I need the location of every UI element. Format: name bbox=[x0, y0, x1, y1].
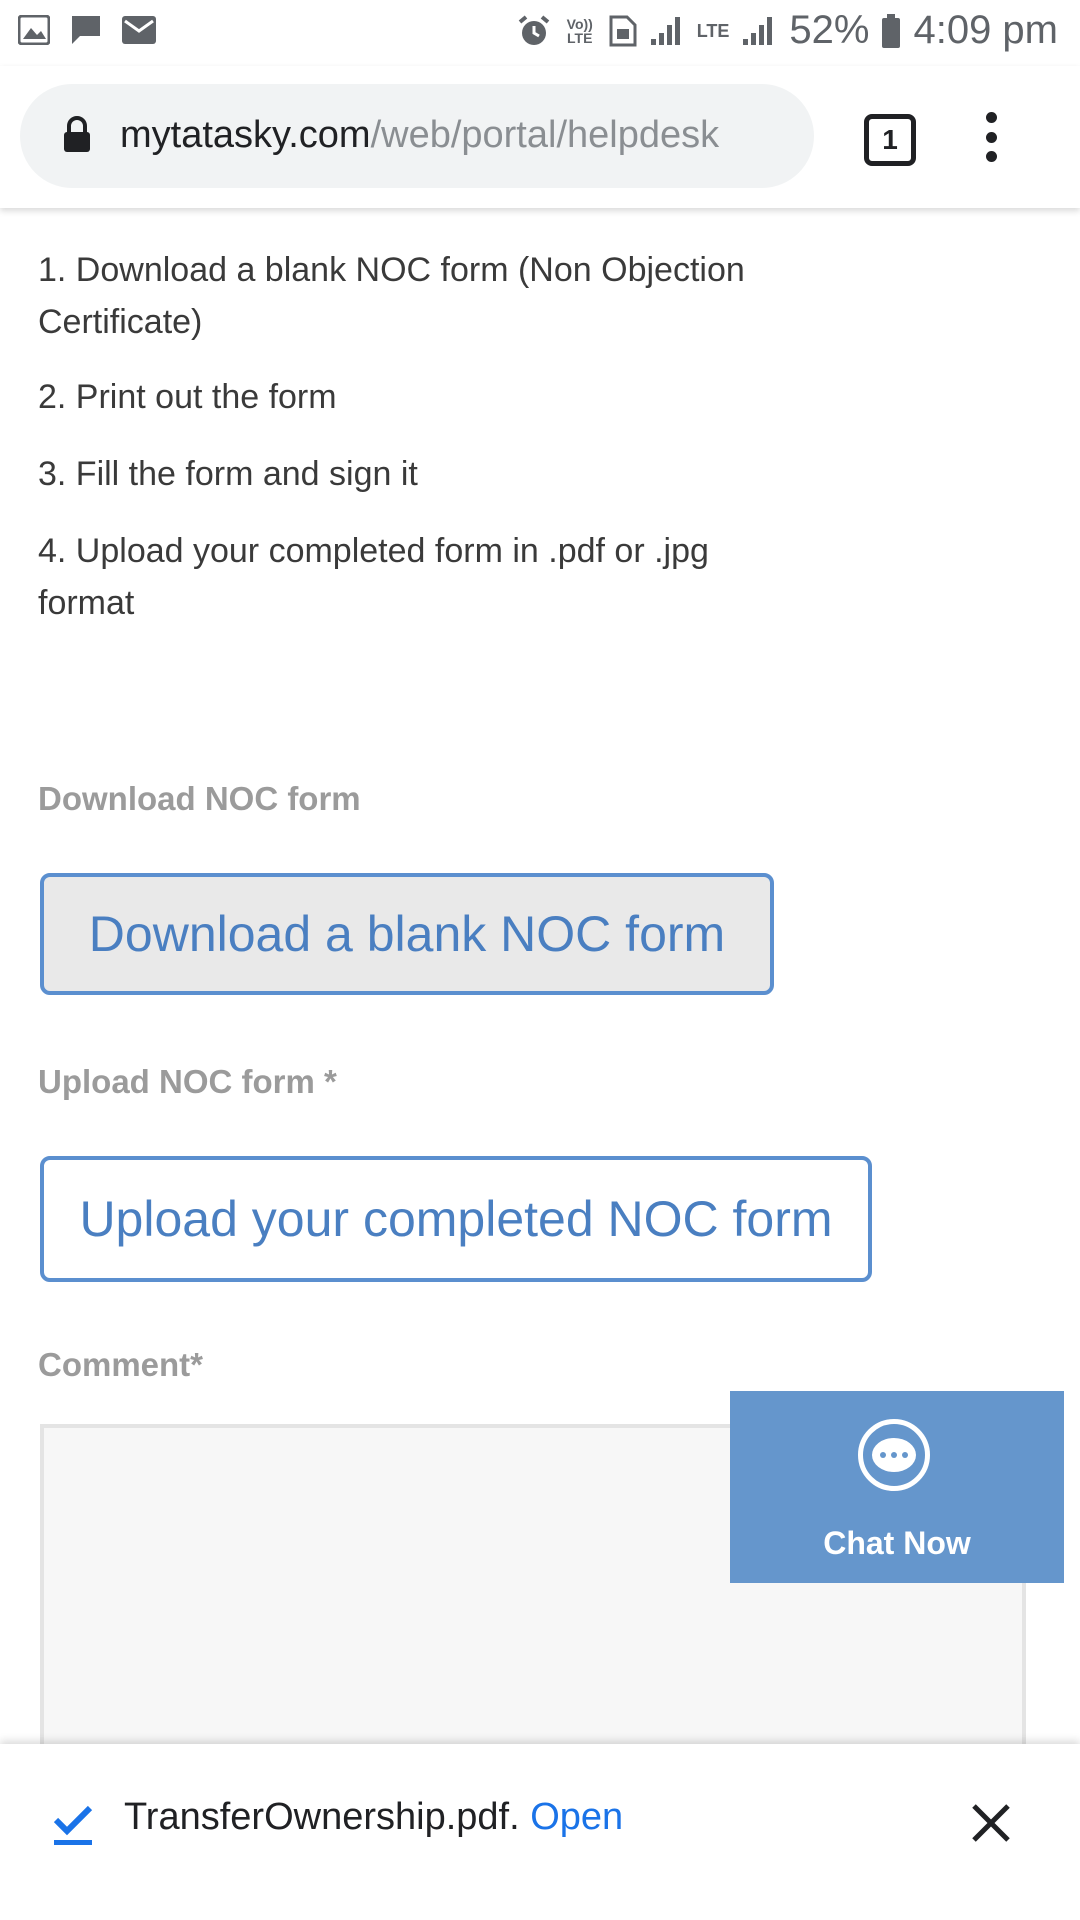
chat-now-label: Chat Now bbox=[823, 1525, 971, 1561]
chat-bubble-icon bbox=[858, 1419, 930, 1491]
sim-icon bbox=[609, 15, 637, 46]
battery-icon bbox=[882, 13, 901, 48]
message-icon bbox=[72, 16, 100, 44]
upload-noc-button[interactable]: Upload your completed NOC form bbox=[40, 1156, 872, 1282]
download-noc-button[interactable]: Download a blank NOC form bbox=[40, 873, 774, 995]
dot-icon bbox=[985, 131, 997, 143]
lte-indicator: LTE bbox=[696, 20, 730, 41]
signal-icon bbox=[650, 16, 680, 45]
step-2: 2. Print out the form bbox=[38, 378, 337, 416]
alarm-icon bbox=[518, 14, 550, 45]
dot-icon bbox=[985, 151, 997, 162]
download-notification-bar: TransferOwnership.pdf. Open bbox=[0, 1744, 1080, 1920]
step-3: 3. Fill the form and sign it bbox=[38, 455, 418, 493]
step-1: 1. Download a blank NOC form (Non Object… bbox=[38, 251, 745, 341]
dot-icon bbox=[985, 112, 997, 123]
lock-icon bbox=[64, 116, 90, 152]
tab-switcher-button[interactable]: 1 bbox=[864, 114, 916, 166]
system-status: Vo)) LTE LTE 52% 4:09 pm bbox=[517, 8, 1058, 53]
signal-icon-2 bbox=[743, 16, 773, 45]
address-bar[interactable]: mytatasky.com/web/portal/helpdesk bbox=[20, 84, 814, 188]
url-path: /web/portal/helpdesk bbox=[370, 114, 720, 156]
open-file-link[interactable]: Open bbox=[530, 1796, 623, 1838]
url-domain: mytatasky.com bbox=[120, 114, 371, 156]
status-bar: Vo)) LTE LTE 52% 4:09 pm bbox=[0, 0, 1080, 66]
clock: 4:09 pm bbox=[913, 8, 1058, 52]
chat-now-button[interactable]: Chat Now bbox=[730, 1391, 1064, 1583]
step-4: 4. Upload your completed form in .pdf or… bbox=[38, 532, 709, 622]
downloaded-file-name: TransferOwnership.pdf. Open bbox=[124, 1796, 623, 1839]
volte-indicator: Vo)) LTE bbox=[566, 15, 593, 46]
gallery-icon bbox=[18, 15, 50, 45]
comment-label: Comment* bbox=[38, 1346, 204, 1383]
upload-noc-label: Upload NOC form * bbox=[38, 1063, 337, 1100]
file-name-text: TransferOwnership.pdf. bbox=[124, 1796, 520, 1838]
url-text[interactable]: mytatasky.com/web/portal/helpdesk bbox=[120, 114, 719, 157]
notification-icons bbox=[18, 14, 156, 46]
close-icon[interactable] bbox=[968, 1800, 1014, 1846]
battery-percent: 52% bbox=[789, 8, 870, 52]
browser-toolbar: mytatasky.com/web/portal/helpdesk 1 bbox=[0, 66, 1080, 208]
download-noc-label: Download NOC form bbox=[38, 780, 361, 817]
download-complete-icon bbox=[53, 1805, 93, 1845]
overflow-menu-button[interactable] bbox=[980, 112, 1002, 162]
mail-icon bbox=[122, 16, 156, 44]
